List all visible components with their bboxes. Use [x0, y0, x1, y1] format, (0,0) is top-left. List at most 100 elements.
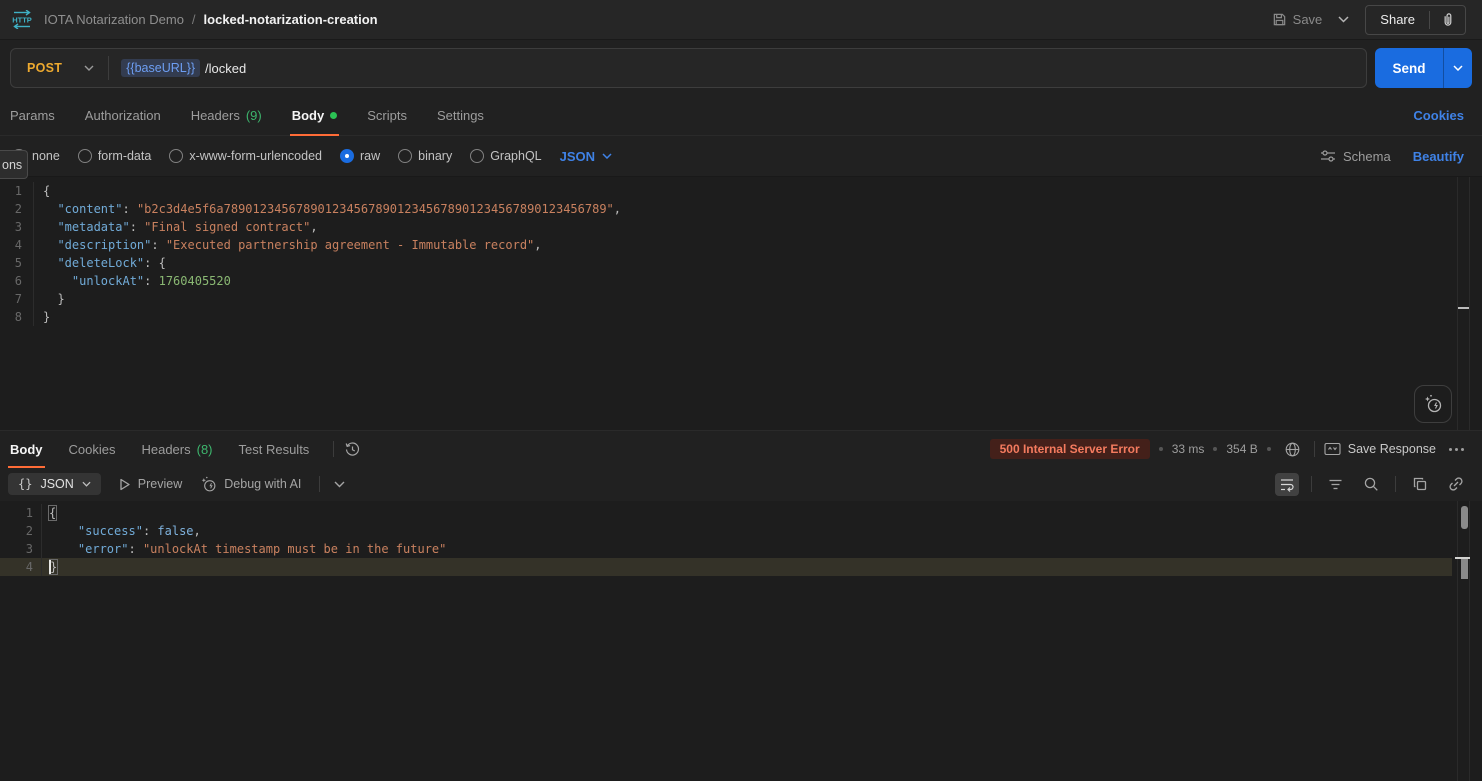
code-text: "description": "Executed partnership agr… [34, 236, 542, 254]
share-group: Share [1365, 5, 1466, 35]
paperclip-icon [1440, 12, 1455, 27]
copy-link-button[interactable] [1430, 6, 1465, 34]
more-actions-button[interactable] [1445, 444, 1468, 455]
line-number: 2 [0, 522, 42, 540]
body-type-radio-binary[interactable]: binary [398, 149, 452, 163]
breadcrumb-request-name[interactable]: locked-notarization-creation [204, 12, 378, 27]
save-button[interactable]: Save [1272, 12, 1323, 27]
code-text: "content": "b2c3d4e5f6a78901234567890123… [34, 200, 621, 218]
search-icon[interactable] [1359, 472, 1383, 496]
text-cursor [49, 560, 51, 574]
more-views-chevron[interactable] [330, 477, 349, 492]
code-line[interactable]: 1{ [0, 182, 1482, 200]
url-variable-chip[interactable]: {{baseURL}} [121, 59, 200, 77]
preview-button[interactable]: Preview [119, 477, 182, 491]
send-options-chevron[interactable] [1443, 48, 1472, 88]
divider [1311, 476, 1312, 492]
tab-authorization[interactable]: Authorization [83, 96, 163, 135]
code-line[interactable]: 4 "description": "Executed partnership a… [0, 236, 1482, 254]
dot-separator [1213, 447, 1217, 451]
http-request-icon: HTTP [10, 10, 34, 29]
body-type-radio-graphql[interactable]: GraphQL [470, 149, 541, 163]
code-text: "success": false, [42, 522, 201, 540]
play-icon [119, 478, 131, 491]
code-line[interactable]: 7 } [0, 290, 1482, 308]
link-icon[interactable] [1444, 472, 1468, 496]
radio-label: raw [360, 149, 380, 163]
schema-button[interactable]: Schema [1320, 149, 1391, 164]
postbot-ai-button[interactable] [1414, 385, 1452, 423]
tab-params[interactable]: Params [8, 96, 57, 135]
save-icon [1272, 12, 1287, 27]
wrap-text-button[interactable] [1275, 473, 1299, 496]
scrollbar-thumb[interactable] [1461, 506, 1468, 529]
tab-scripts[interactable]: Scripts [365, 96, 409, 135]
request-body-editor[interactable]: 1{2 "content": "b2c3d4e5f6a7890123456789… [0, 176, 1482, 431]
breadcrumb-separator: / [192, 12, 196, 27]
code-line[interactable]: 2 "success": false, [0, 522, 1482, 540]
code-line[interactable]: 5 "deleteLock": { [0, 254, 1482, 272]
response-tab-body[interactable]: Body [8, 431, 45, 467]
code-text: "deleteLock": { [34, 254, 166, 272]
dot-separator [1267, 447, 1271, 451]
body-type-radio-x-www-form-urlencoded[interactable]: x-www-form-urlencoded [169, 149, 322, 163]
radio-label: binary [418, 149, 452, 163]
radio-label: x-www-form-urlencoded [189, 149, 322, 163]
code-text: "error": "unlockAt timestamp must be in … [42, 540, 446, 558]
response-size[interactable]: 354 B [1226, 442, 1257, 456]
request-bar: POST {{baseURL}} /locked Send [0, 40, 1482, 96]
code-text: "unlockAt": 1760405520 [34, 272, 231, 290]
copy-button[interactable] [1408, 472, 1432, 496]
sliders-icon [1320, 149, 1336, 163]
radio-label: form-data [98, 149, 152, 163]
tab-headers[interactable]: Headers (9) [189, 96, 264, 135]
save-options-chevron[interactable] [1332, 14, 1355, 25]
ai-sparkle-icon [200, 476, 217, 493]
code-line[interactable]: 3 "metadata": "Final signed contract", [0, 218, 1482, 236]
response-format-dropdown[interactable]: {} JSON [8, 473, 101, 495]
line-number: 6 [0, 272, 34, 290]
share-button[interactable]: Share [1366, 6, 1429, 34]
code-line[interactable]: 1{ [0, 504, 1482, 522]
url-input[interactable]: {{baseURL}} /locked [121, 59, 246, 77]
code-line[interactable]: 8} [0, 308, 1482, 326]
code-line[interactable]: 6 "unlockAt": 1760405520 [0, 272, 1482, 290]
cursor-position-bar [1461, 559, 1468, 579]
debug-with-ai-button[interactable]: Debug with AI [200, 476, 301, 493]
method-label: POST [27, 61, 62, 75]
url-path: /locked [205, 61, 246, 76]
tab-settings[interactable]: Settings [435, 96, 486, 135]
tab-body[interactable]: Body [290, 96, 340, 135]
radio-icon [470, 149, 484, 163]
request-editor-overview-ruler[interactable] [1457, 177, 1470, 430]
history-clock-icon [344, 441, 361, 458]
filter-button[interactable] [1324, 474, 1347, 495]
code-line[interactable]: 4} [0, 558, 1452, 576]
code-text: } [34, 308, 50, 326]
response-tab-headers[interactable]: Headers (8) [139, 431, 214, 467]
method-selector[interactable]: POST [11, 49, 108, 87]
line-number: 7 [0, 290, 34, 308]
response-editor-scrollbar[interactable] [1457, 501, 1470, 781]
response-history-button[interactable] [344, 431, 361, 467]
save-response-button[interactable]: Save Response [1324, 442, 1436, 456]
response-tab-cookies[interactable]: Cookies [67, 431, 118, 467]
body-type-radio-form-data[interactable]: form-data [78, 149, 152, 163]
divider [319, 476, 320, 492]
network-globe-icon[interactable] [1280, 437, 1305, 462]
radio-icon [340, 149, 354, 163]
response-body-editor[interactable]: 1{2 "success": false,3 "error": "unlockA… [0, 501, 1482, 781]
code-line[interactable]: 2 "content": "b2c3d4e5f6a789012345678901… [0, 200, 1482, 218]
cookies-link[interactable]: Cookies [1413, 96, 1464, 135]
line-number: 1 [0, 182, 34, 200]
breadcrumb-collection[interactable]: IOTA Notarization Demo [44, 12, 184, 27]
raw-format-dropdown[interactable]: JSON [560, 149, 612, 164]
response-tab-test-results[interactable]: Test Results [237, 431, 312, 467]
body-type-radio-raw[interactable]: raw [340, 149, 380, 163]
beautify-button[interactable]: Beautify [1413, 149, 1464, 164]
send-button[interactable]: Send [1375, 48, 1443, 88]
status-badge[interactable]: 500 Internal Server Error [990, 439, 1150, 459]
radio-icon [169, 149, 183, 163]
code-line[interactable]: 3 "error": "unlockAt timestamp must be i… [0, 540, 1482, 558]
response-time[interactable]: 33 ms [1172, 442, 1205, 456]
